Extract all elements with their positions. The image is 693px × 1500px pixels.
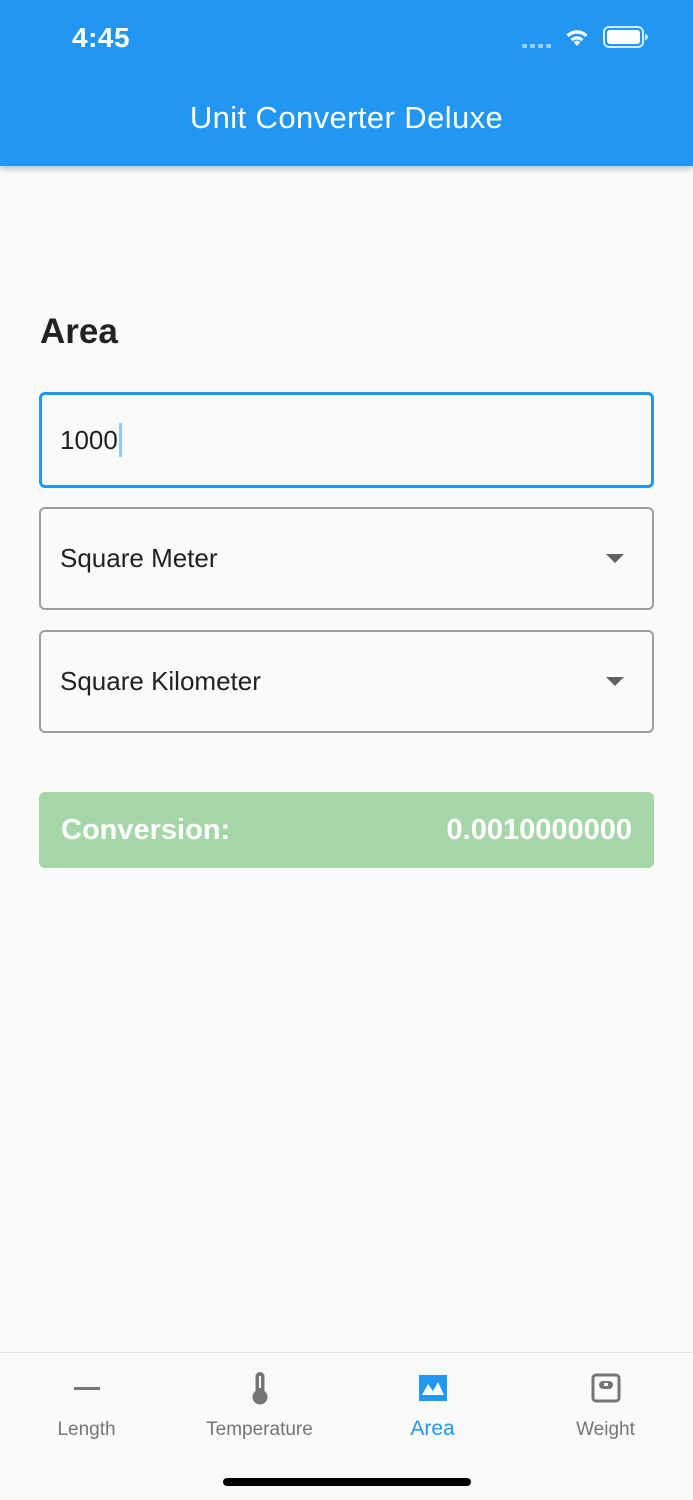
nav-item-length[interactable]: Length — [0, 1369, 173, 1449]
wifi-icon — [566, 30, 588, 46]
nav-item-area[interactable]: Area — [346, 1369, 519, 1449]
thermometer-icon — [248, 1369, 272, 1407]
app-bar: 4:45 Unit Converter Deluxe — [0, 0, 693, 166]
from-unit-dropdown[interactable]: Square Meter — [39, 507, 654, 610]
nav-item-temperature[interactable]: Temperature — [173, 1369, 346, 1449]
conversion-value: 0.0010000000 — [446, 813, 632, 846]
to-unit-label: Square Kilometer — [60, 666, 261, 696]
battery-icon — [603, 26, 648, 48]
nav-label-weight: Weight — [576, 1419, 635, 1440]
dropdown-arrow-icon — [606, 554, 624, 563]
to-unit-dropdown[interactable]: Square Kilometer — [39, 630, 654, 733]
app-root: 4:45 Unit Converter Deluxe Area 1000 Squ… — [0, 0, 693, 1500]
text-cursor — [118, 423, 122, 457]
category-title: Area — [40, 312, 118, 351]
home-indicator[interactable] — [223, 1478, 471, 1486]
app-title: Unit Converter Deluxe — [189, 100, 504, 135]
from-unit-label: Square Meter — [60, 543, 218, 573]
nav-label-length: Length — [57, 1419, 116, 1440]
nav-label-temperature: Temperature — [206, 1419, 313, 1440]
dropdown-arrow-icon — [606, 677, 624, 686]
nav-label-area: Area — [410, 1417, 455, 1440]
conversion-result: Conversion: 0.0010000000 — [39, 792, 654, 868]
input-value[interactable]: 1000 — [60, 425, 118, 456]
status-time: 4:45 — [72, 22, 131, 53]
nav-item-weight[interactable]: Weight — [519, 1369, 692, 1449]
area-icon — [417, 1369, 449, 1407]
conversion-label: Conversion: — [61, 813, 231, 846]
signal-icon — [522, 26, 551, 48]
weight-icon — [590, 1369, 622, 1407]
value-input[interactable]: 1000 — [39, 392, 654, 488]
status-icons — [522, 26, 649, 48]
length-icon — [72, 1369, 102, 1407]
